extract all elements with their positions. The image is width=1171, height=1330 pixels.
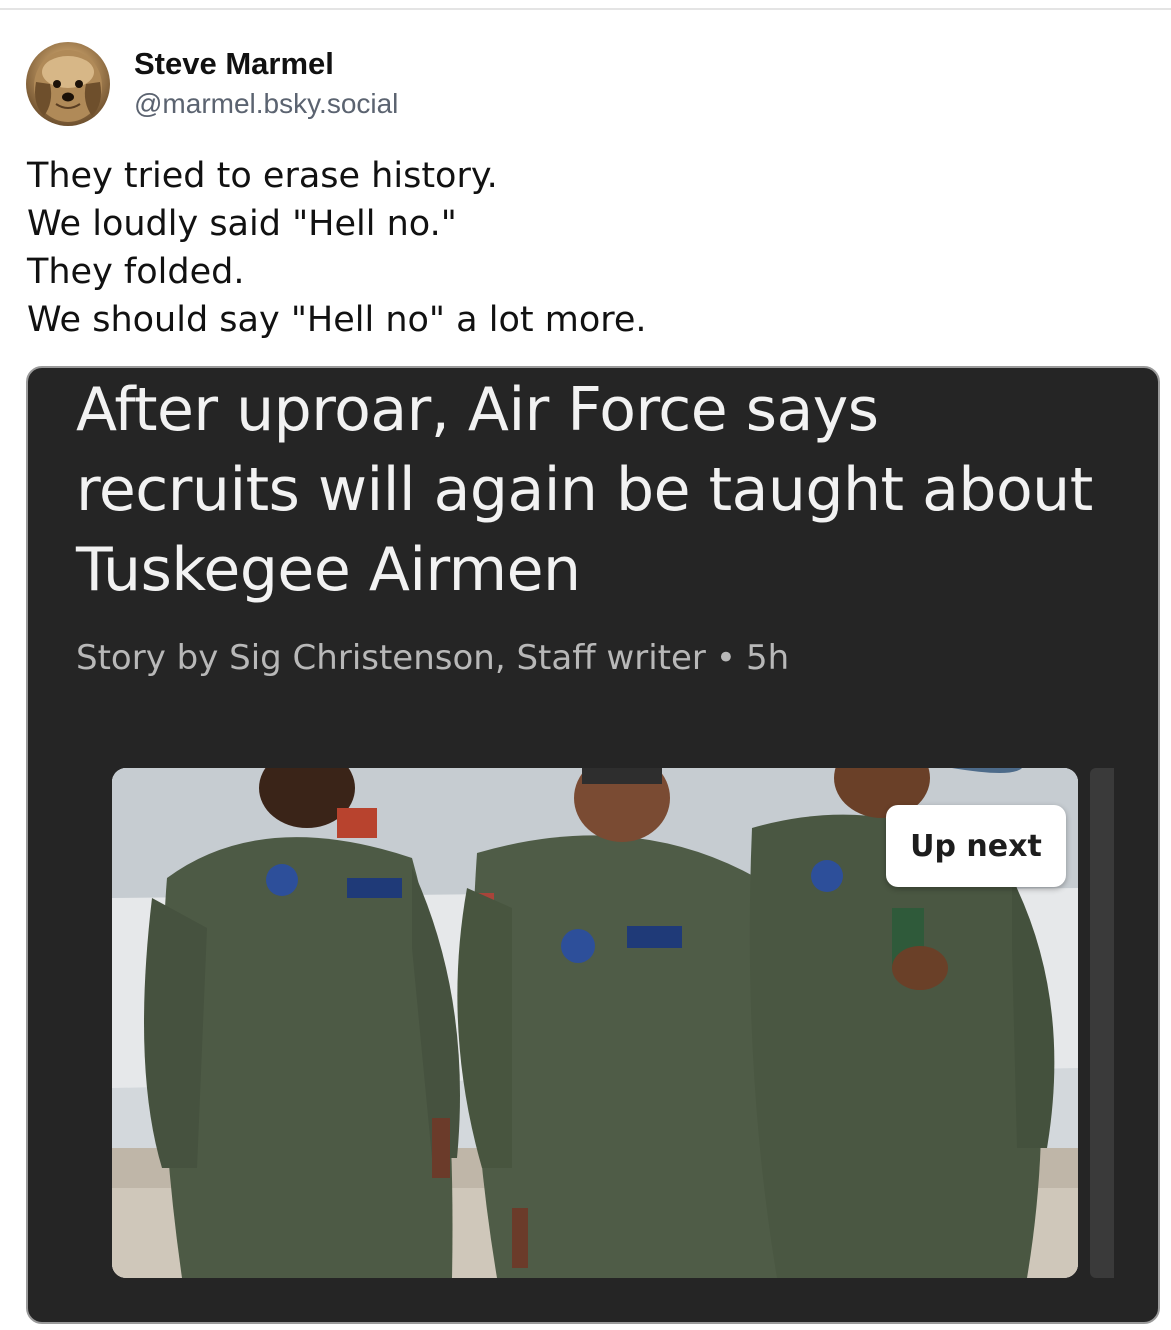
post-text-line: We loudly said "Hell no." [27,204,457,244]
author-display-name[interactable]: Steve Marmel [134,46,334,82]
post-text-line: They tried to erase history. [27,156,498,196]
byline-author: Story by Sig Christenson, Staff writer [76,638,706,678]
article-byline: Story by Sig Christenson, Staff writer • 5… [76,638,789,678]
embedded-article-card[interactable]: After uproar, Air Force says recruits wi… [26,366,1160,1324]
dog-avatar-icon [34,50,102,122]
byline-separator: • [715,638,736,678]
avatar[interactable] [26,42,110,126]
next-story-strip[interactable] [1090,768,1114,1278]
up-next-button[interactable]: Up next [886,805,1066,887]
byline-age: 5h [745,638,790,678]
post-text: They tried to erase history. We loudly s… [27,152,1147,344]
post-text-line: We should say "Hell no" a lot more. [27,300,647,340]
article-headline[interactable]: After uproar, Air Force says recruits wi… [76,370,1116,610]
author-handle[interactable]: @marmel.bsky.social [134,88,398,120]
top-divider [0,8,1171,10]
post-text-line: They folded. [27,252,245,292]
